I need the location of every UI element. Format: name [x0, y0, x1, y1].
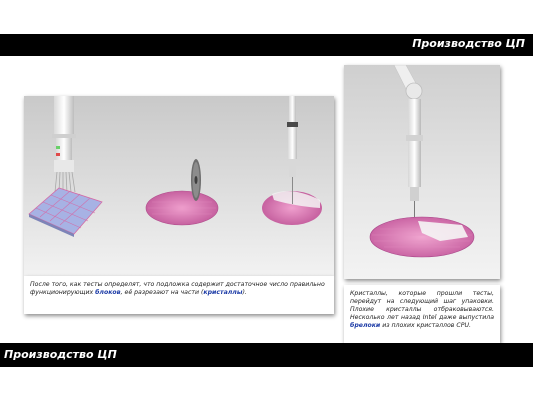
left-caption-highlight-crystals: кристаллы	[203, 289, 243, 296]
bottom-title-bar: Производство ЦП	[0, 343, 533, 367]
left-caption-highlight-blocks: блоков	[95, 289, 121, 296]
slide-title: Производство ЦП	[412, 37, 525, 50]
left-caption-text-3: ).	[242, 289, 247, 296]
left-caption-text-2: , её разрезают на части (	[120, 289, 204, 296]
right-caption-highlight-keychains: брелоки	[350, 322, 381, 329]
wafer-graphic	[369, 216, 475, 258]
left-caption: После того, как тесты определят, что под…	[24, 276, 334, 314]
footer-title: Производство ЦП	[4, 348, 117, 361]
right-caption: Кристаллы, которые прошли тесты, перейду…	[344, 285, 500, 343]
robot-arm-illustration	[344, 65, 500, 279]
right-caption-text-2: из плохих кристаллов CPU.	[380, 322, 471, 329]
wafer-cutting-illustration	[24, 96, 334, 276]
top-title-bar: Производство ЦП	[0, 34, 533, 56]
right-caption-text-1: Кристаллы, которые прошли тесты, перейду…	[350, 290, 494, 321]
